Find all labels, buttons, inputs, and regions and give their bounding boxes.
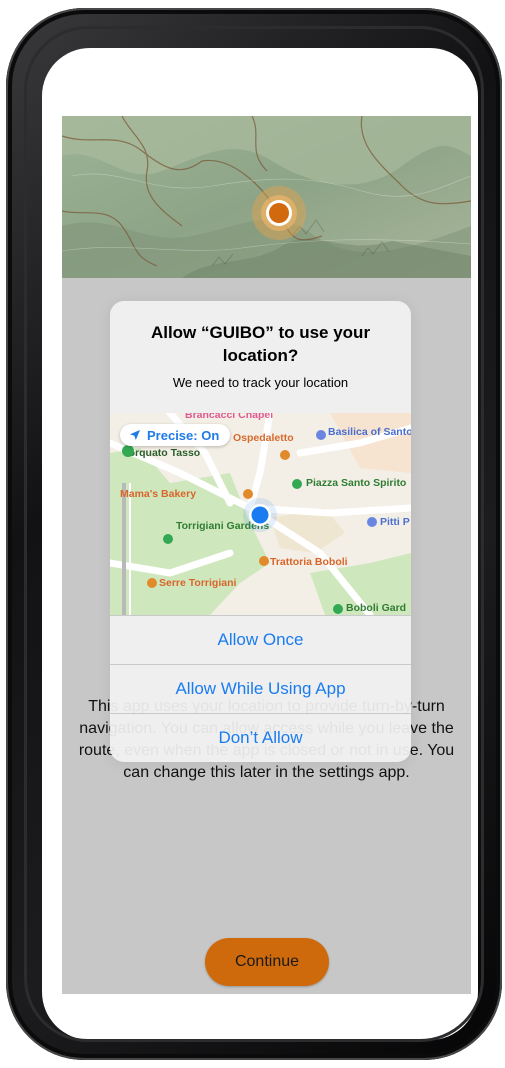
user-location-dot-icon [243, 498, 277, 532]
map-label-pitti: Pitti P [380, 516, 410, 528]
map-label-torquato: Torquato Tasso [123, 447, 200, 459]
dont-allow-button[interactable]: Don’t Allow [110, 714, 411, 762]
map-location-marker-icon [252, 186, 306, 240]
map-label-serre: Serre Torrigiani [159, 577, 236, 589]
bakery-pin-icon [243, 489, 253, 499]
park-pin-icon [333, 604, 343, 614]
landmark-pin-icon [316, 430, 326, 440]
restaurant-pin-icon [280, 450, 290, 460]
map-label-boboli: Boboli Gard [346, 602, 406, 614]
map-label-ospedale: Ospedaletto [233, 432, 294, 444]
continue-button[interactable]: Continue [205, 938, 329, 986]
allow-once-button[interactable]: Allow Once [110, 616, 411, 664]
location-permission-alert: Allow “GUIBO” to use your location? We n… [110, 301, 411, 762]
precise-label: Precise: On [147, 427, 220, 443]
museum-pin-icon [367, 517, 377, 527]
park-pin-icon [292, 479, 302, 489]
park-pin-icon [122, 445, 134, 457]
alert-title: Allow “GUIBO” to use your location? [150, 323, 371, 365]
precise-location-toggle[interactable]: Precise: On [120, 424, 231, 446]
restaurant-pin-icon [147, 578, 157, 588]
topographic-map[interactable] [62, 116, 471, 278]
map-label-brancacci: Brancacci Chapel [185, 413, 273, 421]
map-label-santo-spirito: Basilica of Santo Spirito [328, 426, 411, 438]
garden-pin-icon [163, 534, 173, 544]
map-label-mamas: Mama's Bakery [120, 488, 196, 500]
map-label-trattoria: Trattoria Boboli [270, 556, 348, 568]
alert-message: We need to track your location [172, 375, 349, 390]
restaurant-pin-icon [259, 556, 269, 566]
map-label-piazza: Piazza Santo Spirito [306, 477, 406, 489]
location-arrow-icon [130, 430, 140, 440]
allow-while-using-app-button[interactable]: Allow While Using App [110, 665, 411, 713]
